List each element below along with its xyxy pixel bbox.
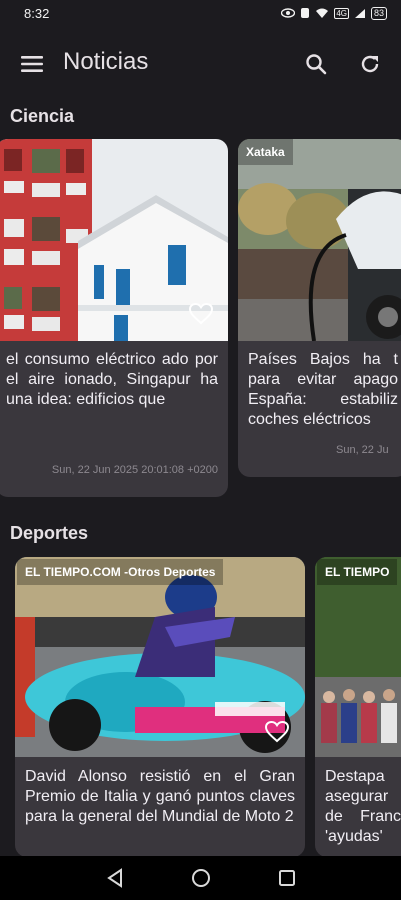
- article-image: [15, 557, 305, 757]
- home-icon[interactable]: [189, 866, 213, 890]
- app-bar: Noticias: [0, 38, 401, 90]
- section-title-science: Ciencia: [10, 106, 75, 126]
- refresh-icon[interactable]: [356, 50, 384, 78]
- favorite-heart-icon[interactable]: [188, 301, 214, 327]
- page-title: Noticias: [63, 48, 149, 75]
- eye-icon: [281, 8, 296, 18]
- article-image: [238, 139, 401, 341]
- search-icon[interactable]: [302, 50, 330, 78]
- article-headline: Países Bajos ha t para evitar apago Espa…: [248, 351, 398, 428]
- back-icon[interactable]: [103, 866, 127, 890]
- favorite-heart-icon[interactable]: [264, 719, 290, 745]
- menu-icon[interactable]: [18, 50, 46, 78]
- signal-icon: [354, 8, 366, 19]
- system-nav-bar: [0, 856, 401, 900]
- notification-icon: [300, 7, 310, 19]
- article-date: Sun, 22 Ju: [336, 444, 389, 456]
- news-card[interactable]: Xataka Países Bajos ha t para evitar apa…: [238, 139, 401, 477]
- news-card[interactable]: EL TIEMPO Destapa asegurar de Franc 'ayu…: [315, 557, 401, 857]
- article-date: Sun, 22 Jun 2025 20:01:08 +0200: [51, 464, 218, 476]
- battery-icon: 83: [370, 6, 387, 20]
- wifi-icon: [315, 7, 329, 19]
- network-type-icon: 4G: [334, 7, 349, 19]
- news-card[interactable]: EL TIEMPO.COM -Otros Deportes David Alon…: [15, 557, 305, 857]
- article-headline: el consumo eléctrico ado por el aire ion…: [6, 351, 218, 408]
- article-source: Xataka: [238, 139, 293, 165]
- recents-icon[interactable]: [275, 866, 299, 890]
- news-card[interactable]: el consumo eléctrico ado por el aire ion…: [0, 139, 228, 497]
- section-title-sports: Deportes: [10, 523, 89, 543]
- status-time: 8:32: [24, 5, 50, 21]
- status-icons: 4G 83: [281, 6, 387, 20]
- article-image: [315, 557, 401, 757]
- article-source: EL TIEMPO.COM -Otros Deportes: [17, 559, 224, 585]
- article-source: EL TIEMPO: [317, 559, 398, 585]
- status-bar: 8:32 4G 83: [0, 0, 401, 26]
- article-headline: David Alonso resistió en el Gran Premio …: [25, 768, 295, 825]
- article-headline: Destapa asegurar de Franc 'ayudas': [325, 768, 401, 845]
